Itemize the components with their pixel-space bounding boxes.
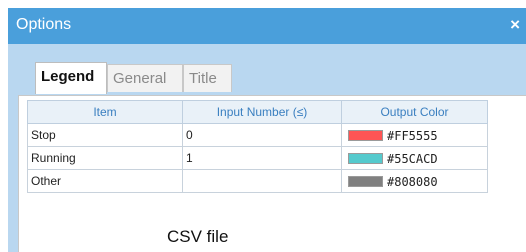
input-number-cell[interactable] (182, 169, 342, 193)
csv-file-caption: CSV file (167, 227, 229, 246)
color-swatch[interactable] (348, 175, 383, 187)
table-header-row: Item Input Number (≤) Output Color (27, 100, 488, 124)
tab-legend[interactable]: Legend (35, 62, 107, 94)
input-number-cell[interactable]: 0 (182, 123, 342, 147)
item-cell[interactable]: Stop (27, 123, 183, 147)
legend-table: Item Input Number (≤) Output Color Stop … (27, 100, 488, 193)
tab-general[interactable]: General (107, 64, 183, 92)
dialog-title-bar[interactable]: Options × (8, 8, 526, 44)
table-row[interactable]: Other #808080 (27, 169, 488, 193)
color-hex-value: #55CACD (387, 151, 438, 166)
item-cell[interactable]: Running (27, 146, 183, 170)
output-color-cell[interactable]: #FF5555 (341, 123, 488, 147)
column-header-output-color[interactable]: Output Color (341, 100, 488, 124)
dialog-title: Options (16, 16, 72, 33)
table-row[interactable]: Running 1 #55CACD (27, 146, 488, 170)
color-swatch[interactable] (348, 129, 383, 141)
output-color-cell[interactable]: #55CACD (341, 146, 488, 170)
options-panel: Legend General Title Item Input Number (… (18, 58, 526, 252)
legend-tab-content: Item Input Number (≤) Output Color Stop … (18, 95, 526, 252)
input-number-cell[interactable]: 1 (182, 146, 342, 170)
column-header-item[interactable]: Item (27, 100, 183, 124)
item-cell[interactable]: Other (27, 169, 183, 193)
close-icon[interactable]: × (510, 16, 520, 34)
output-color-cell[interactable]: #808080 (341, 169, 488, 193)
tab-title[interactable]: Title (183, 64, 232, 92)
column-header-input-number[interactable]: Input Number (≤) (182, 100, 342, 124)
table-row[interactable]: Stop 0 #FF5555 (27, 123, 488, 147)
color-hex-value: #808080 (387, 174, 438, 189)
color-swatch[interactable] (348, 152, 383, 164)
options-dialog: Options × Legend General Title Item Inpu… (8, 8, 526, 252)
color-hex-value: #FF5555 (387, 128, 438, 143)
